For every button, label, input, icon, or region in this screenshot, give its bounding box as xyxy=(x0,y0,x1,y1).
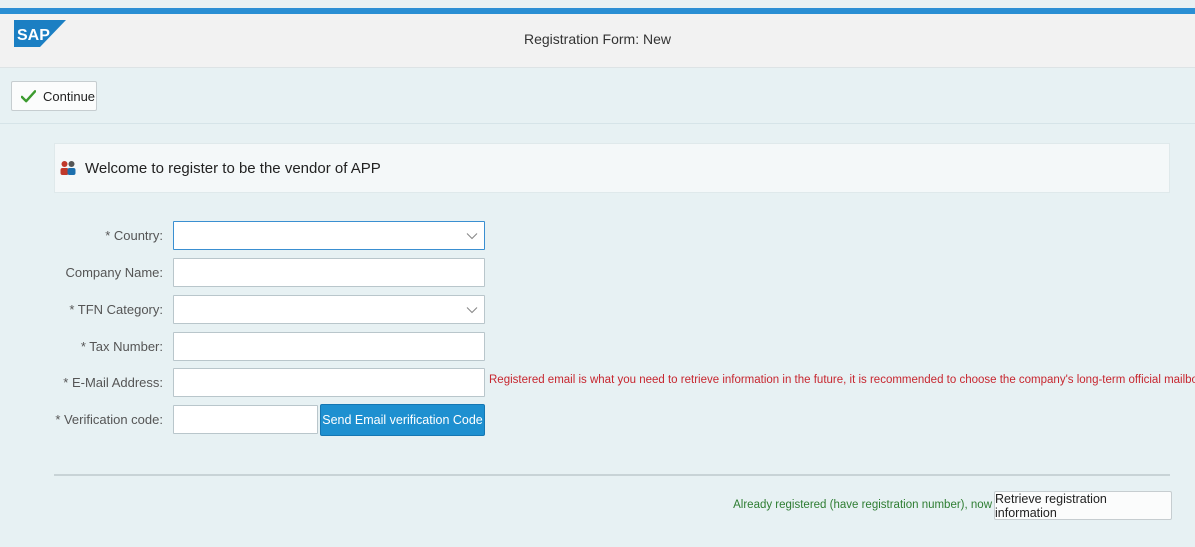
tfn-category-dropdown[interactable] xyxy=(173,295,485,324)
country-label: * Country: xyxy=(105,228,163,243)
company-name-input[interactable] xyxy=(173,258,485,287)
continue-button[interactable]: Continue xyxy=(11,81,97,111)
verification-label: * Verification code: xyxy=(55,412,163,427)
page-title: Registration Form: New xyxy=(523,31,672,47)
verification-code-input[interactable] xyxy=(173,405,318,434)
email-label: * E-Mail Address: xyxy=(63,375,163,390)
shell-header: SAP Registration Form: New xyxy=(0,14,1195,68)
send-verification-code-button[interactable]: Send Email verification Code xyxy=(320,404,485,436)
country-dropdown[interactable] xyxy=(173,221,485,250)
email-hint: Registered email is what you need to ret… xyxy=(489,374,1195,386)
retrieve-registration-button[interactable]: Retrieve registration information xyxy=(994,491,1172,520)
welcome-text: Welcome to register to be the vendor of … xyxy=(85,159,381,177)
checkmark-icon xyxy=(21,89,36,102)
chevron-down-icon xyxy=(466,233,478,240)
people-icon xyxy=(59,159,77,177)
divider xyxy=(54,474,1170,476)
company-name-label: Company Name: xyxy=(65,265,163,280)
already-registered-text: Already registered (have registration nu… xyxy=(733,499,992,511)
toolbar: Continue xyxy=(0,68,1195,124)
email-input[interactable] xyxy=(173,368,485,397)
continue-label: Continue xyxy=(43,88,96,104)
tfn-category-label: * TFN Category: xyxy=(69,302,163,317)
tax-number-label: * Tax Number: xyxy=(80,339,163,354)
chevron-down-icon xyxy=(466,307,478,314)
tax-number-input[interactable] xyxy=(173,332,485,361)
welcome-panel: Welcome to register to be the vendor of … xyxy=(54,143,1170,193)
